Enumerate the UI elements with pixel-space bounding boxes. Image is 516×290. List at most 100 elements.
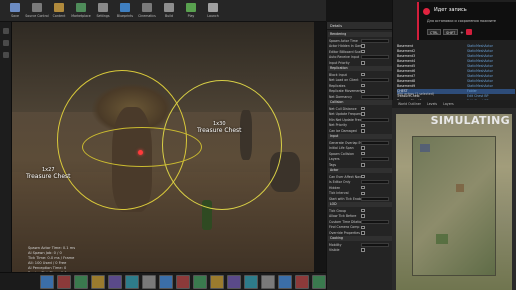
details-section-header[interactable]: Collision — [328, 100, 392, 105]
property-checkbox[interactable] — [361, 83, 365, 88]
property-checkbox[interactable] — [361, 225, 365, 230]
hotbar-slot[interactable] — [91, 275, 105, 289]
tab-world-outliner[interactable]: World Outliner — [396, 102, 423, 106]
property-checkbox[interactable] — [361, 89, 365, 94]
hotbar-slot[interactable] — [278, 275, 292, 289]
property-checkbox[interactable] — [361, 163, 365, 167]
property-checkbox[interactable] — [361, 151, 365, 156]
chest-label-2: 1x30 Treasure Chest — [197, 121, 242, 135]
hotbar-slot[interactable] — [295, 275, 309, 289]
property-label: Tags — [329, 162, 337, 167]
toolbar-button[interactable]: Marketplace — [71, 0, 91, 21]
hotbar-slot[interactable] — [210, 275, 224, 289]
hotbar-slot[interactable] — [74, 275, 88, 289]
property-field[interactable] — [361, 140, 389, 145]
property-label: Find Camera Comp — [329, 225, 360, 230]
property-checkbox[interactable] — [361, 191, 365, 196]
hotbar-slot[interactable] — [108, 275, 122, 289]
property-checkbox[interactable] — [361, 72, 365, 77]
details-property-row: Allow Tick Before — [329, 214, 391, 219]
hotbar-slot[interactable] — [312, 275, 326, 289]
property-field[interactable] — [361, 242, 389, 247]
hotbar-slot[interactable] — [57, 275, 71, 289]
details-section-header[interactable]: Replication — [328, 66, 392, 71]
hotbar-slot[interactable] — [125, 275, 139, 289]
property-checkbox[interactable] — [361, 112, 365, 116]
property-checkbox[interactable] — [361, 146, 365, 150]
details-section-header[interactable]: Input — [328, 134, 392, 139]
tab-layers[interactable]: Layers — [441, 102, 456, 106]
details-section-header[interactable]: Rendering — [328, 32, 392, 37]
trigger-ring — [82, 127, 202, 167]
property-checkbox[interactable] — [361, 106, 365, 111]
foliage-mode-icon[interactable] — [2, 52, 9, 58]
property-label: Allow Tick Before — [329, 214, 357, 219]
hotbar-slot[interactable] — [227, 275, 241, 289]
property-field[interactable] — [361, 196, 389, 201]
property-checkbox[interactable] — [361, 174, 365, 179]
details-property-row: Spawn Actor Time — [329, 38, 391, 43]
property-checkbox[interactable] — [361, 248, 365, 252]
hotbar-slot[interactable] — [159, 275, 173, 289]
select-mode-icon[interactable] — [2, 28, 9, 34]
toolbar-button[interactable]: Content — [50, 0, 68, 21]
toolbar-button[interactable]: Blueprints — [116, 0, 134, 21]
details-panel: Details Rendering Spawn Actor Time Actor H… — [326, 22, 392, 290]
details-property-row: Tags — [329, 162, 391, 167]
level-viewport[interactable]: 1x27 Treasure Chest 1x30 Treasure Chest … — [12, 22, 314, 272]
property-checkbox[interactable] — [361, 44, 365, 48]
details-section-header[interactable]: Cooking — [328, 236, 392, 241]
hotbar-slot[interactable] — [244, 275, 258, 289]
property-checkbox[interactable] — [361, 129, 365, 133]
property-field[interactable] — [361, 219, 389, 224]
property-field[interactable] — [361, 55, 389, 60]
stop-record-icon[interactable] — [465, 29, 472, 35]
property-field[interactable] — [361, 157, 389, 162]
property-checkbox[interactable] — [361, 231, 365, 235]
hotbar-slot[interactable] — [261, 275, 275, 289]
landscape-mode-icon[interactable] — [2, 40, 9, 46]
property-checkbox[interactable] — [361, 123, 365, 128]
hotbar-slot[interactable] — [40, 275, 54, 289]
details-section-header[interactable]: LOD — [328, 202, 392, 207]
details-section-header[interactable]: Actor — [328, 168, 392, 173]
property-checkbox[interactable] — [361, 185, 365, 190]
property-field[interactable] — [361, 38, 389, 43]
blueprint-icon — [120, 3, 130, 12]
toolbar-button[interactable]: Save — [6, 0, 24, 21]
details-property-row: Min Net Update Freq — [329, 117, 391, 122]
property-field[interactable] — [361, 180, 389, 185]
toolbar-button-label: Save — [11, 14, 19, 18]
hotkey-combo: CTRL SHIFT + — [427, 29, 472, 35]
details-property-row: Start with Tick Enabled — [329, 196, 391, 201]
toolbar-button[interactable]: Settings — [94, 0, 112, 21]
details-property-row: Net Load on Client — [329, 78, 391, 83]
hotbar-slot[interactable] — [193, 275, 207, 289]
hotbar-slot[interactable] — [142, 275, 156, 289]
property-label: Custom Time Dilation — [329, 219, 361, 224]
details-header: Details — [327, 22, 392, 30]
toolbar-button-label: Launch — [207, 14, 219, 18]
toolbar-button[interactable]: Play — [182, 0, 200, 21]
details-property-row: Net Cull Distance — [329, 106, 391, 111]
toolbar-button[interactable]: Build — [160, 0, 178, 21]
property-checkbox[interactable] — [361, 208, 365, 213]
toolbar-button[interactable]: Source Control — [25, 0, 49, 21]
tab-levels[interactable]: Levels — [425, 102, 439, 106]
property-field[interactable] — [361, 117, 389, 122]
chest-label-1: 1x27 Treasure Chest — [26, 167, 71, 181]
toolbar-button[interactable]: Launch — [204, 0, 222, 21]
property-checkbox[interactable] — [361, 49, 365, 54]
details-property-row: Can Ever Affect Nav — [329, 174, 391, 179]
property-checkbox[interactable] — [361, 61, 365, 65]
hotbar-slot[interactable] — [176, 275, 190, 289]
recording-notification: Идет запись Для остановки и сохранения н… — [417, 2, 516, 40]
toolbar-button[interactable]: Cinematics — [138, 0, 156, 21]
details-property-row: Replicates — [329, 83, 391, 88]
details-property-row: Input Priority — [329, 60, 391, 65]
property-field[interactable] — [361, 78, 389, 83]
property-field[interactable] — [361, 94, 389, 99]
property-checkbox[interactable] — [361, 214, 365, 218]
minimap[interactable]: SIMULATING — [396, 114, 512, 290]
property-label: Spawn Collision — [329, 151, 354, 156]
